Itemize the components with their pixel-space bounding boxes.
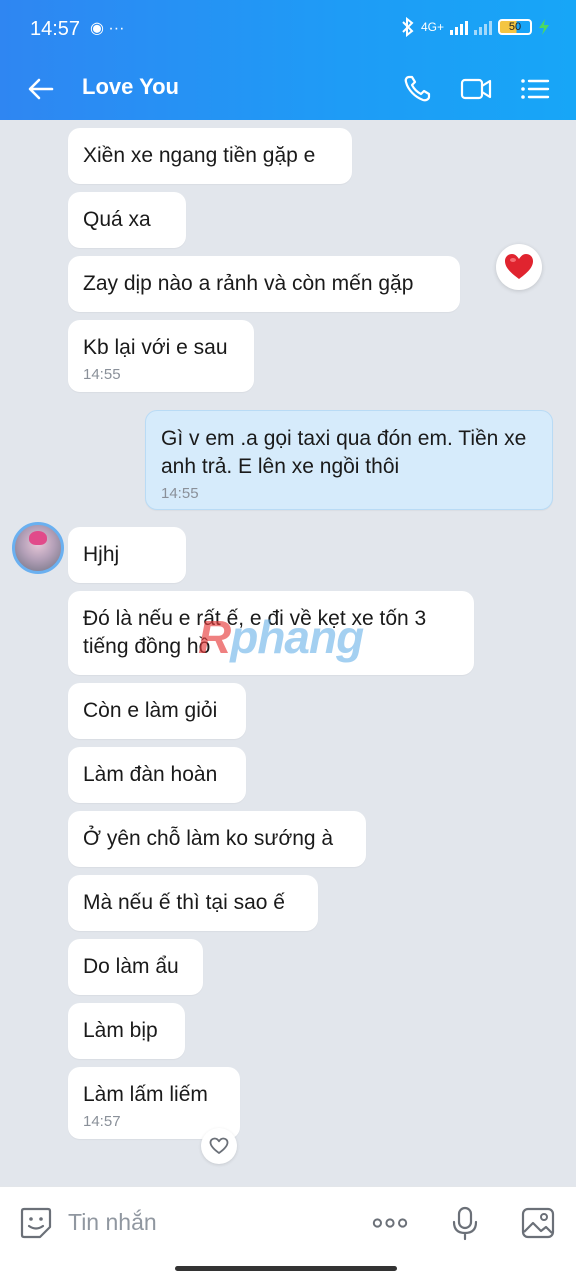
watermark-text: phang [230,611,364,663]
message-text: Làm lấm liếm [83,1083,208,1106]
message-bubble[interactable]: Hjhj [68,527,186,583]
message-text: Mà nếu ế thì tại sao ế [83,891,285,914]
back-arrow-icon[interactable] [24,72,58,106]
message-input-bar: Tin nhắn [0,1186,576,1258]
message-text: Do làm ẩu [83,955,179,978]
more-options-icon[interactable] [372,1205,408,1241]
message-bubble[interactable]: Quá xa [68,192,186,248]
notification-icons: ◉ ··· [90,20,125,37]
microphone-icon[interactable] [447,1205,483,1241]
message-bubble[interactable]: Zay dịp nào a rảnh và còn mến gặp [68,256,460,312]
message-bubble[interactable]: Mà nếu ế thì tại sao ế [68,875,318,931]
charging-icon [539,19,549,35]
message-time: 14:55 [161,485,199,502]
message-time: 14:57 [83,1113,121,1130]
outgoing-message-bubble[interactable]: Gì v em .a gọi taxi qua đón em. Tiền xe … [145,410,553,510]
message-bubble[interactable]: Xiền xe ngang tiền gặp e [68,128,352,184]
heart-outline-icon [209,1137,229,1154]
heart-reaction[interactable] [496,244,542,290]
chat-header: Love You [0,58,576,120]
message-bubble[interactable]: Ở yên chỗ làm ko sướng à [68,811,366,867]
message-bubble[interactable]: Còn e làm giỏi [68,683,246,739]
message-text: Xiền xe ngang tiền gặp e [83,144,316,167]
status-time: 14:57 [30,18,81,40]
chat-title[interactable]: Love You [82,74,179,100]
message-text: Còn e làm giỏi [83,699,218,722]
message-text: Kb lại với e sau [83,336,228,359]
message-text: Hjhj [83,543,120,566]
menu-list-icon[interactable] [518,72,552,106]
message-text: Gì v em .a gọi taxi qua đón em. Tiền xe … [161,427,527,478]
contact-avatar[interactable] [12,522,64,574]
battery-level: 50 [508,21,522,33]
message-input[interactable]: Tin nhắn [68,1209,157,1236]
message-text: Quá xa [83,208,151,231]
watermark-logo: Rphang [198,610,364,664]
image-gallery-icon[interactable] [520,1205,556,1241]
message-text: Zay dịp nào a rảnh và còn mến gặp [83,272,414,295]
message-bubble[interactable]: Làm bịp [68,1003,185,1059]
signal2-icon [474,19,492,35]
status-bar: 14:57 ◉ ··· 4G+ 50 [0,0,576,58]
message-text: Làm đàn hoàn [83,763,218,786]
watermark-r: R [198,611,231,663]
bluetooth-icon [402,17,414,37]
message-text: Ở yên chỗ làm ko sướng à [83,827,334,850]
battery-icon: 50 [498,19,532,35]
message-bubble[interactable]: Làm đàn hoàn [68,747,246,803]
message-time: 14:55 [83,366,121,383]
react-button[interactable] [201,1128,237,1164]
message-bubble[interactable]: Kb lại với e sau 14:55 [68,320,254,392]
video-call-icon[interactable] [459,72,493,106]
phone-call-icon[interactable] [400,72,434,106]
network-type: 4G+ [420,20,444,34]
home-indicator[interactable] [175,1266,397,1271]
status-right-icons: 4G+ 50 [401,17,550,37]
heart-icon [505,254,533,279]
message-bubble[interactable]: Do làm ẩu [68,939,203,995]
message-list[interactable]: Xiền xe ngang tiền gặp e Quá xa Zay dịp … [0,120,576,1186]
signal-icon [450,19,468,35]
system-nav-bar [0,1258,576,1280]
emoji-sticker-icon[interactable] [18,1205,54,1241]
message-text: Làm bịp [83,1019,158,1042]
